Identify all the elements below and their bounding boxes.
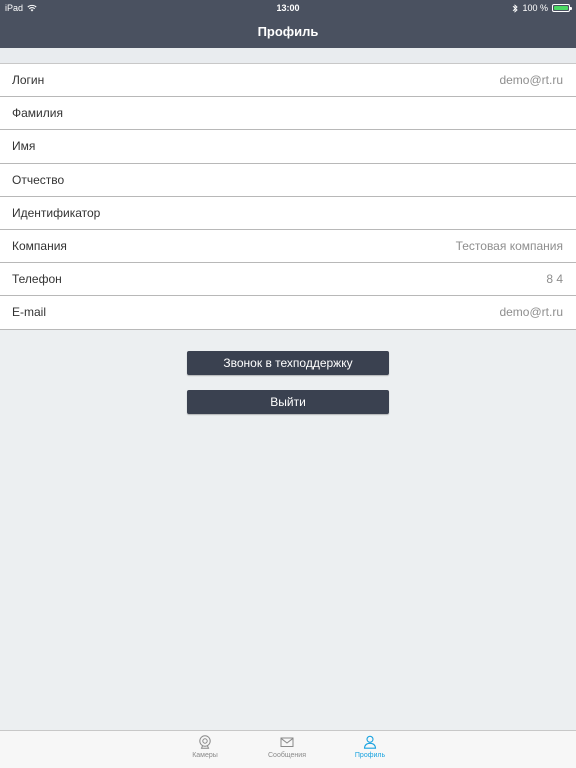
row-label: E-mail [12,305,47,320]
row-label: Идентификатор [12,205,101,220]
row-label: Фамилия [12,106,63,121]
profile-row-patronymic: Отчество [0,164,576,197]
subheader-strip [0,48,576,64]
profile-row-company: Компания Тестовая компания [0,230,576,264]
battery-icon [552,4,572,12]
tab-cameras[interactable]: Камеры [170,735,240,759]
logout-button[interactable]: Выйти [187,390,389,414]
row-value: 8 4 [546,272,563,287]
row-label: Имя [12,139,36,154]
profile-row-login: Логин demo@rt.ru [0,64,576,98]
row-label: Отчество [12,172,65,187]
battery-level [554,6,568,10]
tab-label: Сообщения [268,752,306,759]
profile-row-identifier: Идентификатор [0,197,576,230]
status-time: 13:00 [276,3,300,13]
battery-percent: 100 % [522,3,548,13]
status-right: 100 % [512,3,572,13]
row-value: Тестовая компания [455,239,563,254]
profile-list: Логин demo@rt.ru Фамилия Имя Отчество Ид… [0,63,576,330]
tab-label: Камеры [192,752,218,759]
tab-profile[interactable]: Профиль [335,735,405,759]
row-label: Логин [12,73,45,88]
tab-label: Профиль [354,752,386,759]
profile-row-surname: Фамилия [0,97,576,131]
profile-row-phone: Телефон 8 4 [0,263,576,297]
bluetooth-icon [512,3,519,13]
support-call-button[interactable]: Звонок в техподдержку [187,351,389,375]
profile-row-first-name: Имя [0,130,576,164]
row-value: demo@rt.ru [499,73,563,88]
envelope-icon [252,735,322,749]
tab-bar: Камеры Сообщения Профиль [0,730,576,768]
tab-messages[interactable]: Сообщения [252,735,322,759]
row-label: Телефон [12,272,62,287]
row-value: demo@rt.ru [499,305,563,320]
page-title: Профиль [257,24,319,39]
profile-row-email: E-mail demo@rt.ru [0,296,576,330]
screen: iPad 13:00 100 % Профиль Логин demo@rt.r… [0,0,576,768]
status-bar: iPad 13:00 100 % [0,0,576,16]
navigation-header: iPad 13:00 100 % Профиль [0,0,576,48]
person-icon [335,735,405,749]
camera-icon [170,735,240,749]
row-label: Компания [12,239,67,254]
